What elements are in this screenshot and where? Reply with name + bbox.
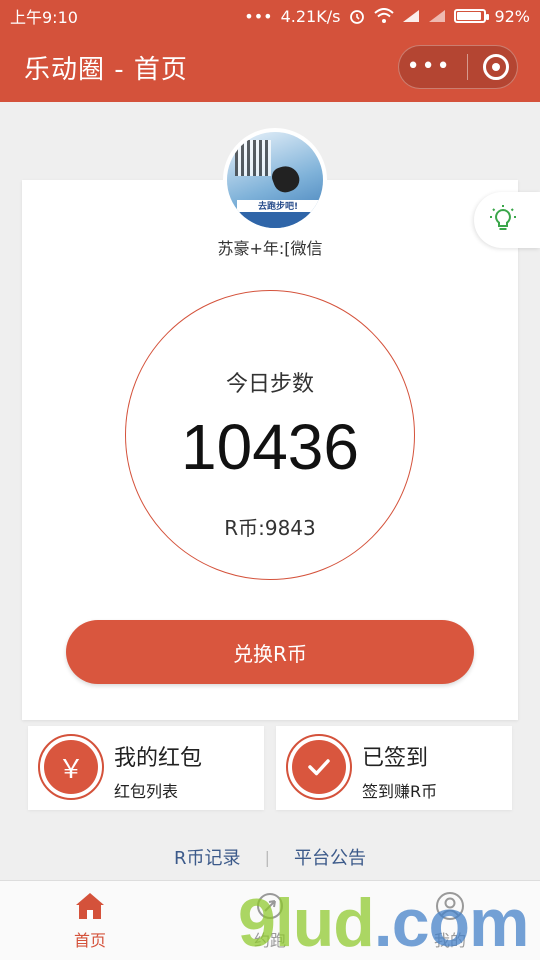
watermark-text: 9lud bbox=[238, 885, 375, 960]
app-screen: 上午9:10 ••• 4.21K/s 92% 乐动圈 - 首页 ••• 去跑步吧… bbox=[0, 0, 540, 960]
title-bar: 乐动圈 - 首页 ••• bbox=[0, 32, 540, 102]
red-packet-badge: ￥ bbox=[38, 734, 104, 800]
hint-button[interactable] bbox=[474, 192, 540, 248]
more-menu-button[interactable]: ••• bbox=[407, 56, 452, 78]
alarm-icon bbox=[350, 10, 365, 24]
checkin-card[interactable]: 已签到 签到赚R币 bbox=[276, 726, 512, 810]
platform-notice-link[interactable]: 平台公告 bbox=[294, 844, 366, 870]
checkin-subtitle: 签到赚R币 bbox=[362, 782, 438, 801]
more-dots-icon: ••• bbox=[244, 6, 273, 26]
red-packet-title: 我的红包 bbox=[114, 746, 203, 771]
red-packet-card[interactable]: ￥ 我的红包 红包列表 bbox=[28, 726, 264, 810]
r-coin-record-link[interactable]: R币记录 bbox=[174, 844, 241, 870]
checkin-badge bbox=[286, 734, 352, 800]
footer-links: R币记录 | 平台公告 bbox=[0, 842, 540, 872]
check-icon bbox=[292, 740, 346, 794]
status-indicators: ••• 4.21K/s 92% bbox=[244, 7, 530, 26]
capsule-divider bbox=[466, 54, 468, 80]
red-packet-subtitle: 红包列表 bbox=[114, 782, 179, 801]
username: 苏豪+年:[微信 bbox=[217, 239, 323, 258]
r-coin-balance: R币:9843 bbox=[224, 516, 316, 540]
battery-percent: 92% bbox=[494, 6, 530, 26]
tab-home[interactable]: 首页 bbox=[30, 891, 150, 951]
watermark: 9lud.com bbox=[238, 884, 530, 960]
status-bar: 上午9:10 ••• 4.21K/s 92% bbox=[0, 0, 540, 32]
close-program-button[interactable] bbox=[483, 54, 510, 80]
lightbulb-icon bbox=[490, 205, 516, 230]
step-count: 10436 bbox=[181, 411, 359, 483]
tab-home-label: 首页 bbox=[73, 930, 106, 950]
link-divider: | bbox=[264, 847, 270, 867]
signal-icon bbox=[403, 10, 420, 22]
network-speed: 4.21K/s bbox=[280, 6, 341, 26]
page-title: 乐动圈 - 首页 bbox=[24, 54, 188, 85]
wifi-icon bbox=[374, 8, 395, 23]
step-label: 今日步数 bbox=[225, 372, 314, 397]
avatar-footer bbox=[227, 212, 323, 228]
status-time: 上午9:10 bbox=[10, 8, 78, 27]
home-icon bbox=[76, 892, 104, 919]
avatar-qr-code bbox=[235, 140, 271, 176]
exchange-button[interactable]: 兑换R币 bbox=[66, 620, 474, 684]
signal-icon-2 bbox=[429, 10, 446, 22]
battery-fill bbox=[457, 12, 482, 20]
yuan-icon: ￥ bbox=[44, 740, 98, 794]
checkin-title: 已签到 bbox=[362, 746, 429, 771]
avatar[interactable]: 去跑步吧! bbox=[223, 128, 327, 232]
battery-icon bbox=[454, 9, 490, 23]
watermark-suffix: .com bbox=[373, 885, 530, 960]
mini-program-capsule: ••• bbox=[398, 45, 518, 89]
